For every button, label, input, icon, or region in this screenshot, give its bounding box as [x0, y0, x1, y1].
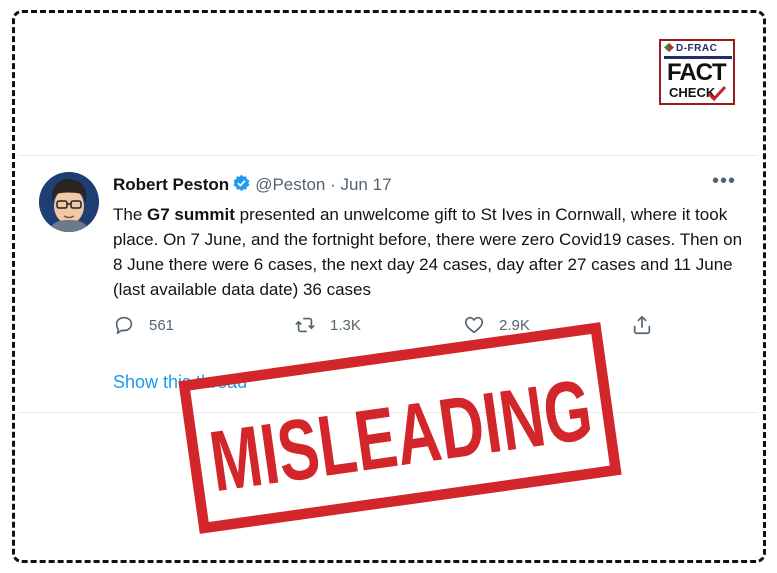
- avatar-portrait: [39, 172, 99, 232]
- fact-check-badge: D-FRAC FACT CHECK: [659, 39, 735, 105]
- check-icon: [707, 85, 727, 101]
- share-icon: [633, 315, 651, 335]
- like-icon: [464, 316, 484, 334]
- retweet-icon: [295, 317, 315, 333]
- tweet-text: The G7 summit presented an unwelcome gif…: [113, 202, 743, 302]
- badge-fact-text: FACT: [667, 59, 727, 86]
- handle-and-date[interactable]: @Peston · Jun 17: [255, 175, 391, 194]
- more-icon[interactable]: •••: [712, 170, 736, 193]
- badge-brand-text: D-FRAC: [676, 43, 718, 54]
- author-name[interactable]: Robert Peston: [113, 175, 229, 194]
- verified-icon: [233, 174, 250, 192]
- tweet-text-pre: The: [113, 205, 148, 224]
- tweet-header: Robert Peston @Peston · Jun 17: [113, 174, 392, 195]
- retweet-button[interactable]: 1.3K: [294, 314, 361, 336]
- share-button[interactable]: [631, 314, 667, 336]
- like-count: 2.9K: [499, 316, 530, 334]
- tweet-text-bold[interactable]: G7 summit: [147, 205, 235, 224]
- d-frac-logo-icon: [664, 43, 674, 52]
- avatar[interactable]: [39, 172, 99, 232]
- reply-button[interactable]: 561: [113, 314, 174, 336]
- badge-brand: D-FRAC: [664, 43, 732, 54]
- reply-icon: [115, 316, 133, 335]
- retweet-count: 1.3K: [330, 316, 361, 334]
- reply-count: 561: [149, 316, 175, 334]
